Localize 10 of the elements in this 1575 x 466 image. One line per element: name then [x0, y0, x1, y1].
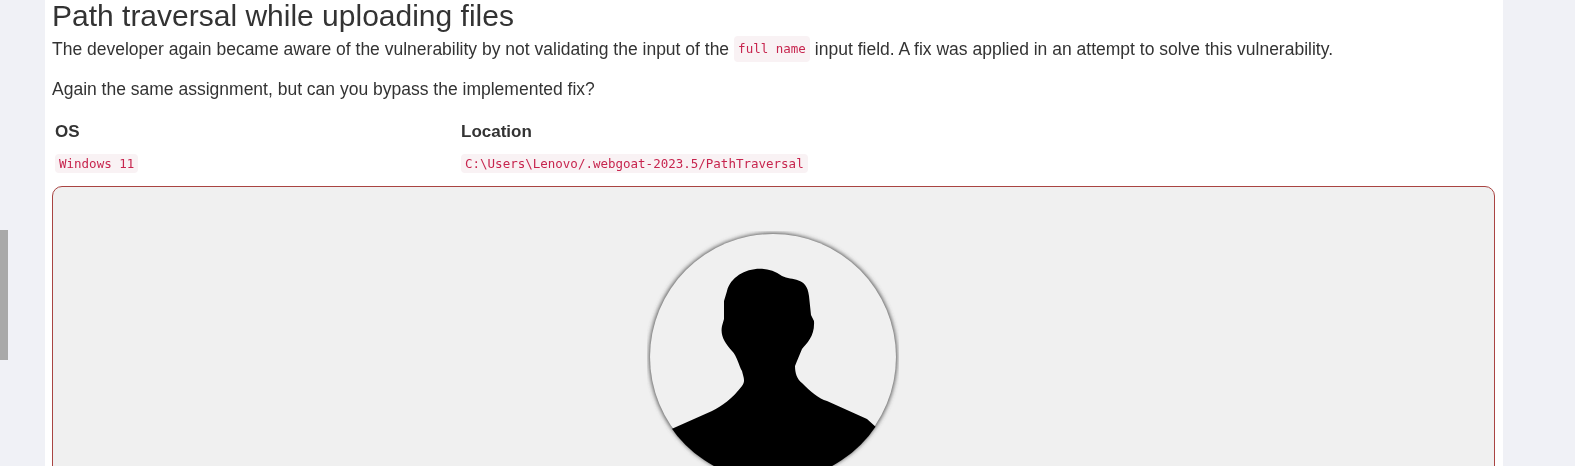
paragraph-text: The developer again became aware of the vulnerability by not validating the input of the	[52, 38, 730, 60]
table-cell: Windows 11	[55, 154, 139, 173]
table-cell: C:\Users\Lenovo/.webgoat-2023.5/PathTraversal	[461, 154, 808, 173]
paragraph-text: input field. A fix was applied in an attempt to solve this vulnerability.	[814, 38, 1333, 60]
inline-code: full name	[734, 36, 810, 62]
column-header: Location	[460, 121, 533, 142]
scrollbar-thumb[interactable]	[0, 230, 8, 360]
column-header: OS	[54, 121, 81, 142]
paragraph-text: Again the same assignment, but can you bypass the implemented fix?	[52, 78, 595, 100]
page-heading: Path traversal while uploading files	[52, 0, 515, 32]
